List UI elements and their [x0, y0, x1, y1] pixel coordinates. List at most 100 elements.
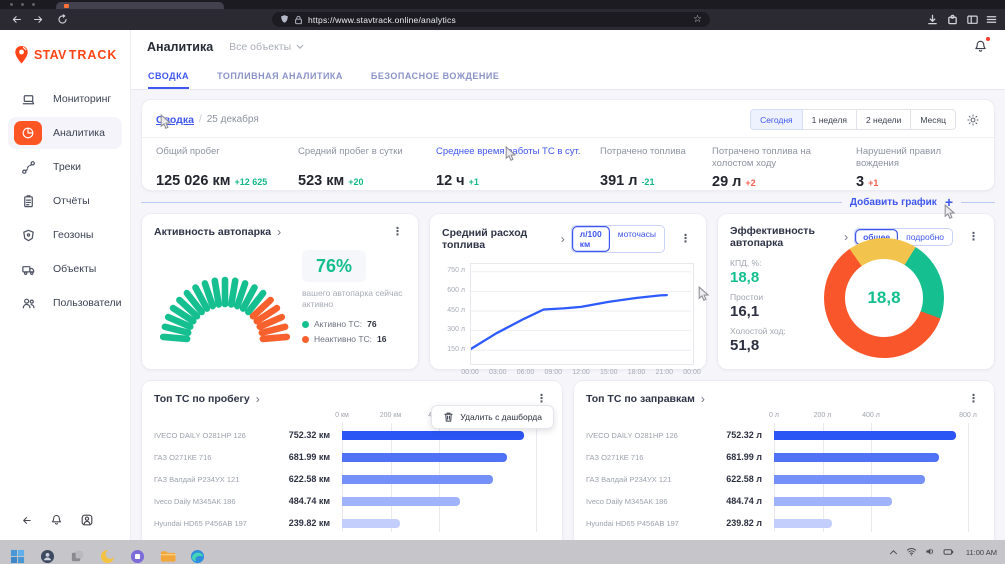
- lock-icon[interactable]: [294, 15, 303, 25]
- card-menu-button[interactable]: ⋮: [533, 392, 550, 406]
- page-title: Аналитика: [147, 40, 213, 54]
- browser-tab[interactable]: [56, 2, 224, 9]
- extensions-icon[interactable]: [946, 13, 959, 26]
- sidebar-item-monitoring[interactable]: Мониторинг: [8, 83, 122, 115]
- chevron-right-icon[interactable]: ›: [844, 232, 848, 242]
- legend-dot: [302, 321, 309, 328]
- window-control-dot[interactable]: [21, 3, 24, 6]
- taskbar-people-icon[interactable]: [40, 549, 56, 564]
- bar-row: ГАЗ Валдай Р234УХ 121622.58 л: [586, 468, 982, 490]
- activity-gauge-chart: [150, 258, 300, 350]
- sidebar-item-tracks[interactable]: Треки: [8, 151, 122, 183]
- objects-filter-label: Все объекты: [229, 41, 291, 53]
- avg-fuel-consumption-card: Средний расход топлива › л/100 км моточа…: [429, 213, 707, 370]
- window-control-dot[interactable]: [10, 3, 13, 6]
- menu-icon[interactable]: [985, 13, 998, 26]
- range-month-button[interactable]: Месяц: [910, 109, 956, 130]
- account-icon[interactable]: [80, 513, 94, 532]
- users-icon: [14, 291, 42, 315]
- wifi-icon[interactable]: [906, 543, 917, 561]
- sidebar-item-geozones[interactable]: Геозоны: [8, 219, 122, 251]
- collapse-arrow-icon[interactable]: [20, 514, 33, 532]
- sidebar-item-label: Аналитика: [53, 127, 105, 139]
- screen: https://www.stavtrack.online/analytics ☆…: [0, 0, 1005, 564]
- divider: [142, 137, 994, 138]
- activity-legend: Активно ТС: 76 Неактивно ТС: 16: [302, 319, 408, 344]
- chevron-right-icon[interactable]: ›: [701, 394, 705, 404]
- reload-icon[interactable]: [56, 13, 69, 26]
- notification-dot: [986, 37, 990, 41]
- taskbar-clock[interactable]: 11:00 AM: [966, 548, 997, 557]
- chevron-right-icon[interactable]: ›: [277, 227, 281, 237]
- plus-icon[interactable]: +: [945, 197, 953, 207]
- stavtrack-logo: STAVTRACK: [0, 30, 130, 81]
- tab-fuel-analytics[interactable]: ТОПЛИВНАЯ АНАЛИТИКА: [217, 64, 343, 89]
- toggle-engine-hours[interactable]: моточасы: [610, 226, 664, 252]
- tab-summary[interactable]: СВОДКА: [148, 64, 189, 89]
- range-2weeks-button[interactable]: 2 недели: [856, 109, 911, 130]
- forward-icon[interactable]: [32, 13, 45, 26]
- tab-favicon-icon: [64, 4, 69, 8]
- toggle-l-per-100km[interactable]: л/100 км: [572, 226, 610, 252]
- add-chart-button[interactable]: Добавить график: [850, 197, 937, 208]
- bookmark-star-icon[interactable]: ☆: [693, 15, 702, 25]
- monitoring-icon: [14, 87, 42, 111]
- browser-tabstrip: [0, 0, 1005, 9]
- edge-browser-icon[interactable]: [190, 549, 206, 564]
- start-button[interactable]: [10, 549, 26, 564]
- logo-text-stav: STAV: [34, 48, 67, 62]
- range-today-button[interactable]: Сегодня: [750, 109, 803, 130]
- vehicles-truck-icon: [14, 257, 42, 281]
- window-control-dot[interactable]: [32, 3, 35, 6]
- top-refuels-card: Топ ТС по заправкам › ⋮ 0 л200 л400 л800…: [573, 380, 995, 540]
- analytics-tabs: СВОДКА ТОПЛИВНАЯ АНАЛИТИКА БЕЗОПАСНОЕ ВО…: [131, 64, 1005, 90]
- card-menu-button[interactable]: ⋮: [965, 230, 982, 244]
- geozones-icon: [14, 223, 42, 247]
- sidebar-item-analytics[interactable]: Аналитика: [8, 117, 122, 149]
- back-icon[interactable]: [10, 13, 23, 26]
- card-title: Топ ТС по пробегу: [154, 393, 250, 405]
- chevron-up-icon[interactable]: [889, 543, 898, 561]
- stat-driving-violations: Нарушений правил вождения 3+1: [856, 146, 980, 190]
- chevron-right-icon[interactable]: ›: [561, 234, 565, 244]
- card-title: Активность автопарка: [154, 226, 271, 238]
- sidebar-item-users[interactable]: Пользователи: [8, 287, 122, 319]
- summary-link[interactable]: Сводка: [156, 114, 194, 126]
- card-menu-button[interactable]: ⋮: [389, 225, 406, 239]
- url-text: https://www.stavtrack.online/analytics: [308, 15, 456, 25]
- battery-icon[interactable]: [943, 543, 954, 561]
- chevron-right-icon[interactable]: ›: [256, 394, 260, 404]
- file-explorer-icon[interactable]: [160, 549, 176, 564]
- summary-date: 25 декабря: [207, 114, 259, 125]
- sidebar-panel-icon[interactable]: [966, 13, 979, 26]
- card-title: Топ ТС по заправкам: [586, 393, 695, 405]
- sidebar-item-reports[interactable]: Отчёты: [8, 185, 122, 217]
- os-taskbar: 11:00 AM: [0, 540, 1005, 564]
- taskbar-app-purple-icon[interactable]: [130, 549, 146, 564]
- legend-inactive: Неактивно ТС: 16: [302, 334, 408, 344]
- range-1week-button[interactable]: 1 неделя: [802, 109, 857, 130]
- stat-idle-fuel-spent: Потрачено топлива на холостом ходу 29 л+…: [712, 146, 854, 190]
- taskbar-app-crescent-icon[interactable]: [100, 549, 116, 564]
- tracking-shield-icon[interactable]: [280, 14, 289, 25]
- bell-icon[interactable]: [50, 513, 63, 532]
- fleet-activity-card: Активность автопарка › ⋮ 76% вашего авто…: [141, 213, 419, 370]
- bar-row: Iveco Daily М345АК 186484.74 л: [586, 490, 982, 512]
- url-bar[interactable]: https://www.stavtrack.online/analytics ☆: [272, 12, 710, 27]
- objects-filter-dropdown[interactable]: Все объекты: [229, 41, 304, 53]
- download-icon[interactable]: [926, 13, 939, 26]
- tab-safe-driving[interactable]: БЕЗОПАСНОЕ ВОЖДЕНИЕ: [371, 64, 499, 89]
- task-view-icon[interactable]: [70, 549, 86, 564]
- card-menu-button[interactable]: ⋮: [677, 232, 694, 246]
- logo-pin-icon: [13, 45, 30, 65]
- summary-stats: Общий пробег 125 026 км+12 625 Средний п…: [156, 146, 980, 190]
- bar-row: ГАЗ О271КЕ 716681.99 км: [154, 446, 550, 468]
- delete-from-dashboard-menu-item[interactable]: Удалить с дашборда: [431, 405, 554, 429]
- card-menu-button[interactable]: ⋮: [965, 392, 982, 406]
- analytics-pie-icon: [14, 121, 42, 145]
- sidebar-item-objects[interactable]: Объекты: [8, 253, 122, 285]
- gear-icon[interactable]: [966, 113, 980, 127]
- volume-icon[interactable]: [925, 543, 935, 561]
- top-mileage-card: Топ ТС по пробегу › ⋮ Удалить с дашборда…: [141, 380, 563, 540]
- notifications-bell-icon[interactable]: [973, 39, 989, 55]
